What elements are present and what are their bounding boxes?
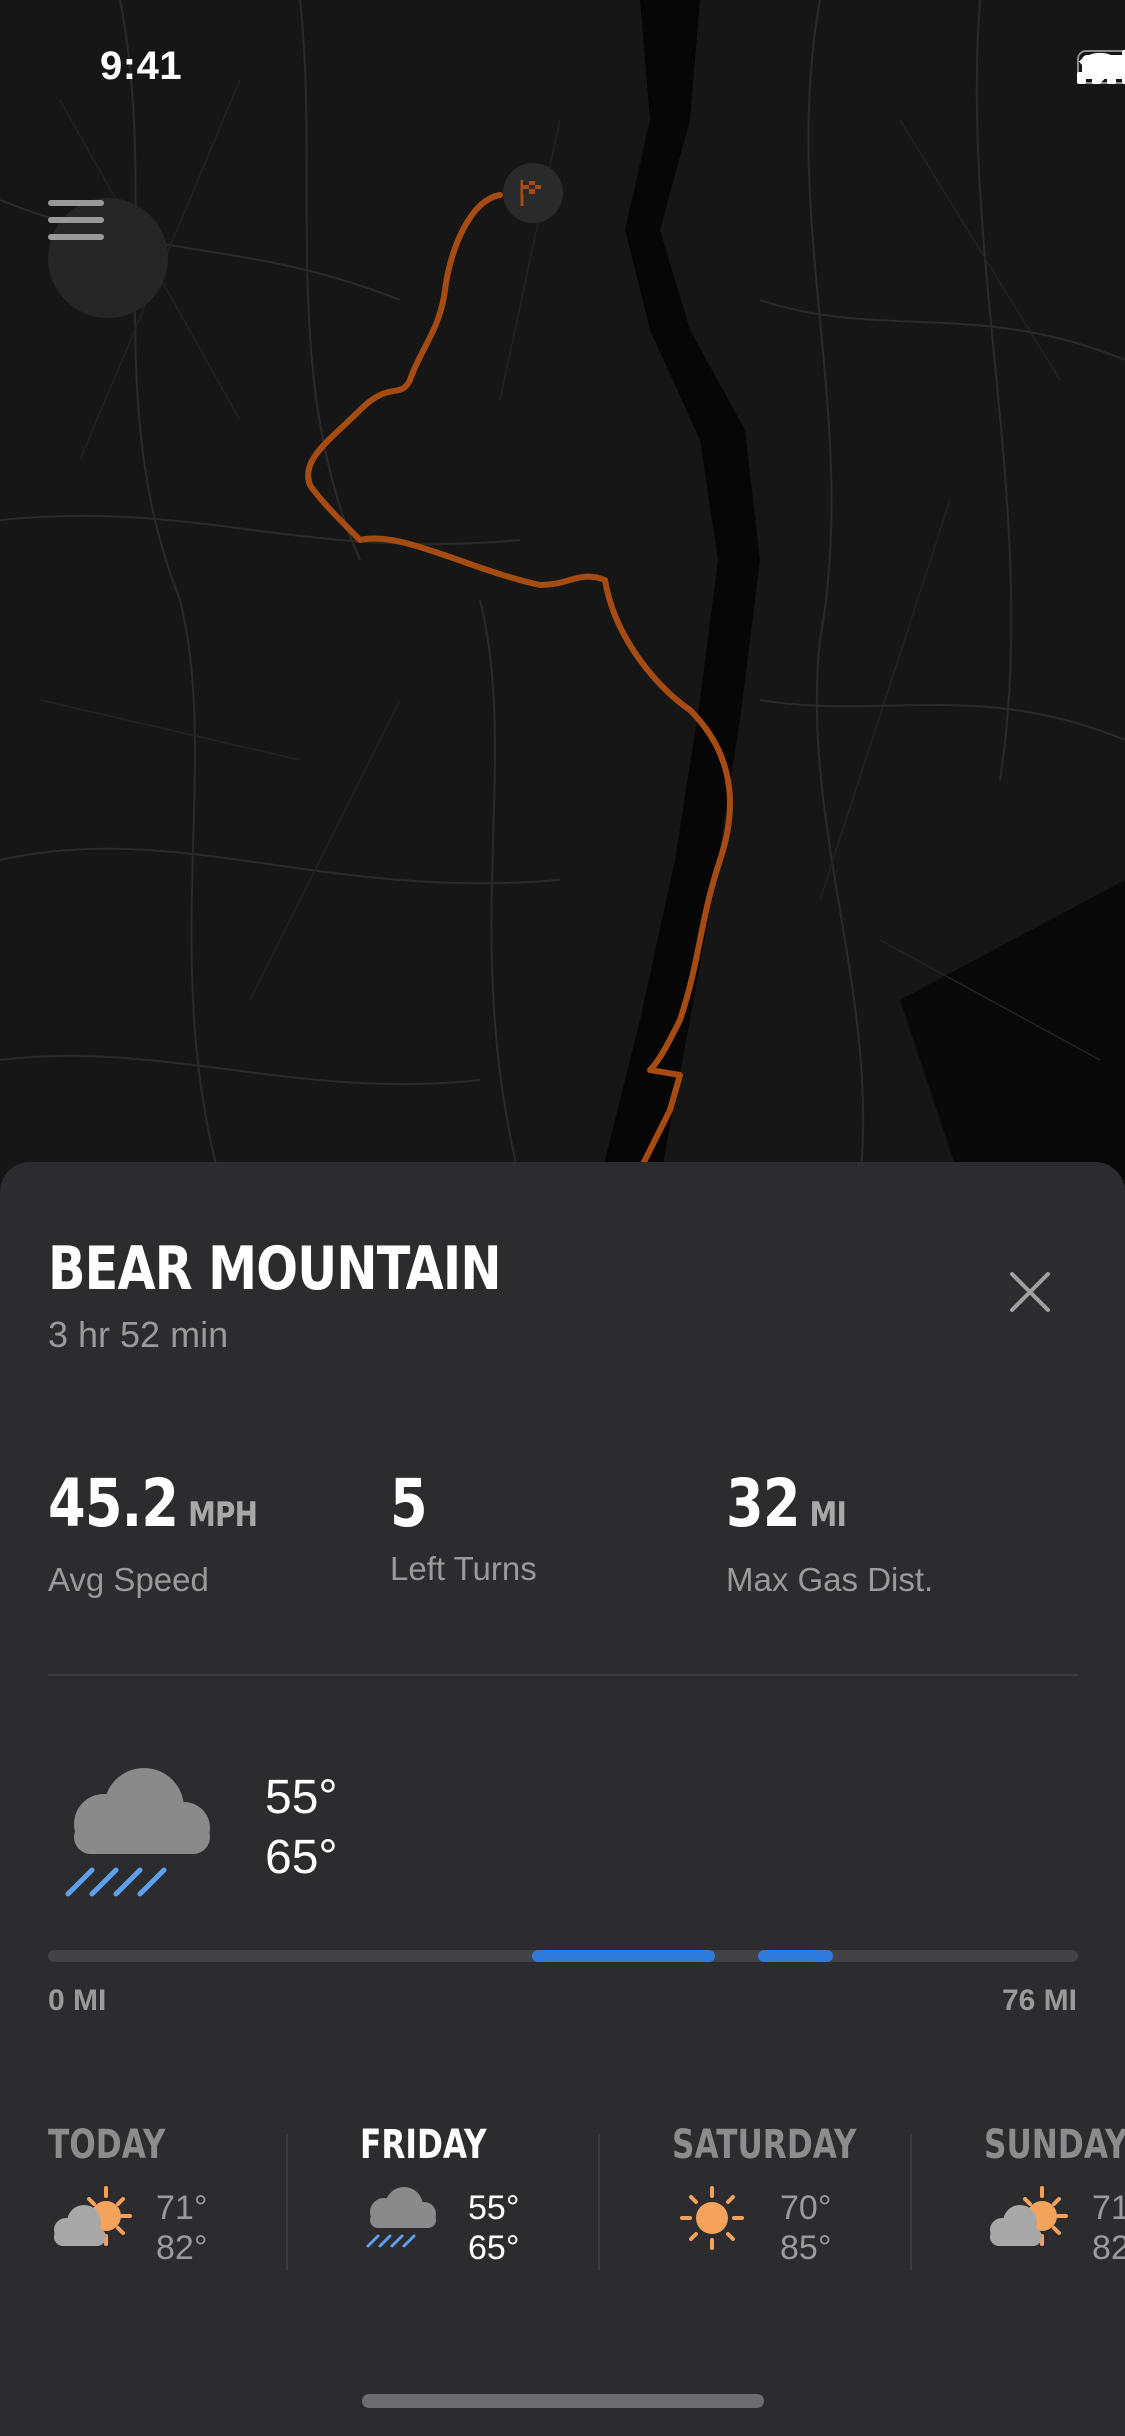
forecast-low: 71° <box>1092 2189 1125 2227</box>
current-temp-high: 65° <box>265 1831 338 1884</box>
section-divider <box>48 1674 1078 1676</box>
stat-left-turns: 5 Left Turns <box>390 1464 537 1588</box>
forecast-low: 55° <box>468 2189 520 2227</box>
stat-value: 45.2 <box>48 1465 179 1542</box>
partly-sunny-icon <box>54 2186 132 2246</box>
status-bar: 9:41 <box>0 0 1125 140</box>
hamburger-menu-icon <box>48 200 104 240</box>
forecast-day-name: SATURDAY <box>672 2122 857 2168</box>
forecast-day-friday[interactable]: FRIDAY 55° 65° <box>360 2122 660 2272</box>
forecast-divider <box>598 2134 600 2270</box>
forecast-divider <box>910 2134 912 2270</box>
route-duration: 3 hr 52 min <box>48 1314 229 1355</box>
stat-unit: MPH <box>188 1495 258 1535</box>
forecast-high: 82° <box>156 2229 208 2267</box>
stat-label: Left Turns <box>390 1550 537 1587</box>
forecast-day-sunday[interactable]: SUNDAY 71° 82° <box>984 2122 1125 2272</box>
route-title: BEAR MOUNTAIN <box>48 1234 502 1304</box>
route-start-distance: 0 MI <box>48 1984 107 2017</box>
forecast-day-saturday[interactable]: SATURDAY 70° 85° <box>672 2122 972 2272</box>
status-time: 9:41 <box>100 44 183 88</box>
rain-segment <box>757 1950 833 1962</box>
route-map[interactable]: 9:41 <box>0 0 1125 1180</box>
forecast-divider <box>286 2134 288 2270</box>
stat-avg-speed: 45.2 MPH Avg Speed <box>48 1464 303 1599</box>
forecast-day-name: FRIDAY <box>360 2122 487 2168</box>
forecast-high: 65° <box>468 2229 520 2267</box>
forecast-high: 82° <box>1092 2229 1125 2267</box>
forecast-day-name: TODAY <box>48 2122 166 2168</box>
menu-button[interactable] <box>48 198 168 318</box>
close-icon <box>1010 1272 1050 1312</box>
forecast-low: 70° <box>780 2189 832 2227</box>
partly-sunny-icon <box>990 2186 1068 2246</box>
stat-value: 5 <box>390 1465 428 1542</box>
rain-cloud-icon <box>366 2187 436 2248</box>
forecast-day-name: SUNDAY <box>984 2122 1125 2168</box>
rain-cloud-icon <box>65 1768 210 1897</box>
rain-segment <box>532 1950 716 1962</box>
home-indicator[interactable] <box>362 2394 764 2408</box>
sun-icon <box>680 2186 744 2250</box>
stat-label: Avg Speed <box>48 1561 209 1598</box>
close-button[interactable] <box>1000 1262 1060 1322</box>
current-temp-low: 55° <box>265 1771 338 1824</box>
forecast-high: 85° <box>780 2229 832 2267</box>
route-details-sheet: BEAR MOUNTAIN 3 hr 52 min 45.2 MPH Avg Sp… <box>0 1162 1125 2436</box>
battery-icon <box>1077 50 1125 84</box>
forecast-low: 71° <box>156 2189 208 2227</box>
stat-value: 32 <box>726 1465 801 1542</box>
rain-along-route-bar <box>48 1950 1078 1962</box>
river <box>600 0 760 1180</box>
forecast-day-today[interactable]: TODAY 71° 82° <box>48 2122 348 2272</box>
route-end-distance: 76 MI <box>1001 1984 1077 2017</box>
stat-unit: MI <box>809 1495 847 1535</box>
stat-label: Max Gas Dist. <box>726 1561 934 1598</box>
bay <box>900 880 1125 1180</box>
map-canvas <box>0 0 1125 1180</box>
stat-max-gas-distance: 32 MI Max Gas Dist. <box>726 1464 933 1599</box>
